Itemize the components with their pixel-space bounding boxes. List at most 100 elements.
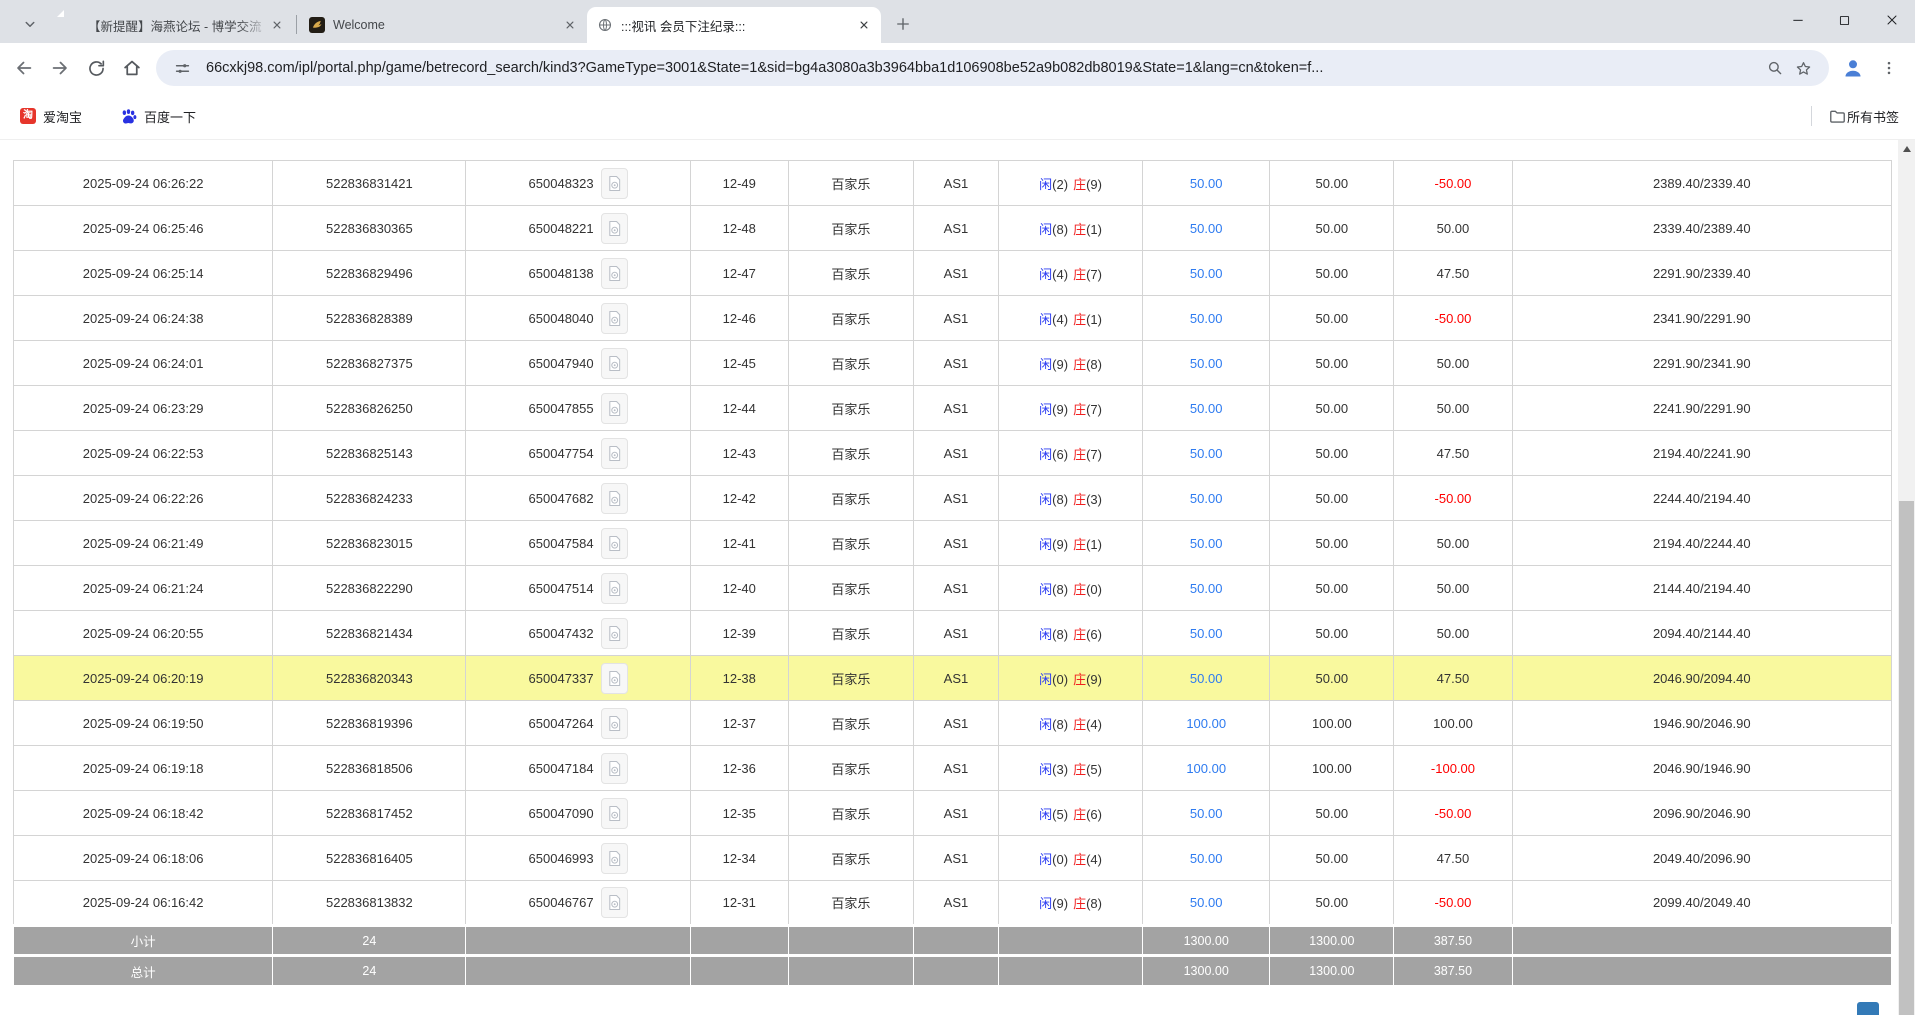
- minimize-button[interactable]: [1774, 0, 1821, 40]
- forward-button[interactable]: [42, 50, 78, 86]
- video-replay-button[interactable]: [601, 573, 628, 604]
- site-settings-icon[interactable]: [168, 54, 196, 82]
- close-icon[interactable]: [268, 16, 286, 34]
- menu-button[interactable]: [1871, 50, 1907, 86]
- bet-amount-link[interactable]: 50.00: [1190, 671, 1223, 686]
- video-replay-button[interactable]: [601, 528, 628, 559]
- bookmark-baidu[interactable]: 百度一下: [116, 101, 200, 131]
- bet-amount-link[interactable]: 50.00: [1190, 266, 1223, 281]
- video-replay-button[interactable]: [601, 258, 628, 289]
- page-scrollbar[interactable]: [1898, 140, 1915, 1015]
- close-window-button[interactable]: [1868, 0, 1915, 40]
- video-replay-button[interactable]: [601, 213, 628, 244]
- table-row[interactable]: 2025-09-24 06:16:42 522836813832 6500467…: [14, 881, 1892, 926]
- tab-bet-records[interactable]: :::视讯 会员下注纪录:::: [587, 7, 881, 43]
- video-replay-button[interactable]: [601, 393, 628, 424]
- bet-amount-link[interactable]: 50.00: [1190, 851, 1223, 866]
- video-replay-button[interactable]: [601, 753, 628, 784]
- table-row[interactable]: 2025-09-24 06:18:42 522836817452 6500470…: [14, 791, 1892, 836]
- tab-forum[interactable]: 【新提醒】海燕论坛 - 博学交流: [54, 7, 294, 43]
- table-row[interactable]: 2025-09-24 06:21:24 522836822290 6500475…: [14, 566, 1892, 611]
- video-replay-button[interactable]: [601, 708, 628, 739]
- round-number-text: 650047855: [529, 401, 594, 416]
- tab-welcome[interactable]: Welcome: [299, 7, 587, 43]
- bet-amount-link[interactable]: 50.00: [1190, 311, 1223, 326]
- cell-valid-amount: 50.00: [1270, 341, 1394, 386]
- bet-amount-link[interactable]: 50.00: [1190, 626, 1223, 641]
- bet-amount-link[interactable]: 50.00: [1190, 356, 1223, 371]
- bet-amount-link[interactable]: 50.00: [1190, 446, 1223, 461]
- reload-button[interactable]: [78, 50, 114, 86]
- close-icon[interactable]: [855, 16, 873, 34]
- cell-balance: 2194.40/2241.90: [1512, 431, 1891, 476]
- bet-amount-link[interactable]: 50.00: [1190, 536, 1223, 551]
- bet-amount-link[interactable]: 50.00: [1190, 581, 1223, 596]
- new-tab-button[interactable]: [889, 10, 917, 38]
- round-number-text: 650047682: [529, 491, 594, 506]
- cell-period: 12-31: [690, 881, 788, 926]
- video-icon: [607, 309, 622, 328]
- video-replay-button[interactable]: [601, 663, 628, 694]
- cell-table-name: AS1: [913, 251, 998, 296]
- back-to-top-button[interactable]: [1857, 1002, 1879, 1015]
- bet-amount-link[interactable]: 50.00: [1190, 221, 1223, 236]
- table-row[interactable]: 2025-09-24 06:24:01 522836827375 6500479…: [14, 341, 1892, 386]
- bet-amount-link[interactable]: 50.00: [1190, 895, 1223, 910]
- back-button[interactable]: [6, 50, 42, 86]
- profile-button[interactable]: [1835, 50, 1871, 86]
- cell-bet-number: 522836819396: [273, 701, 466, 746]
- cell-valid-amount: 50.00: [1270, 251, 1394, 296]
- video-replay-button[interactable]: [601, 843, 628, 874]
- cell-time: 2025-09-24 06:18:42: [14, 791, 273, 836]
- video-replay-button[interactable]: [601, 618, 628, 649]
- video-replay-button[interactable]: [601, 348, 628, 379]
- round-number-text: 650047754: [529, 446, 594, 461]
- round-number-text: 650047514: [529, 581, 594, 596]
- cell-period: 12-45: [690, 341, 788, 386]
- bet-amount-link[interactable]: 100.00: [1186, 761, 1226, 776]
- round-number-text: 650046767: [529, 895, 594, 910]
- tab-search-button[interactable]: [16, 10, 44, 38]
- round-number-text: 650047337: [529, 671, 594, 686]
- video-replay-button[interactable]: [601, 887, 628, 918]
- table-row[interactable]: 2025-09-24 06:21:49 522836823015 6500475…: [14, 521, 1892, 566]
- close-icon[interactable]: [561, 16, 579, 34]
- url-text[interactable]: 66cxkj98.com/ipl/portal.php/game/betreco…: [206, 60, 1761, 76]
- table-row[interactable]: 2025-09-24 06:19:18 522836818506 6500471…: [14, 746, 1892, 791]
- all-bookmarks[interactable]: 所有书签: [1811, 106, 1899, 126]
- address-bar[interactable]: 66cxkj98.com/ipl/portal.php/game/betreco…: [156, 50, 1829, 86]
- scrollbar-thumb[interactable]: [1899, 501, 1914, 1015]
- table-row[interactable]: 2025-09-24 06:25:46 522836830365 6500482…: [14, 206, 1892, 251]
- bookmark-taobao[interactable]: 淘 爱淘宝: [16, 101, 86, 131]
- zoom-icon[interactable]: [1761, 54, 1789, 82]
- table-row[interactable]: 2025-09-24 06:18:06 522836816405 6500469…: [14, 836, 1892, 881]
- video-replay-button[interactable]: [601, 168, 628, 199]
- table-row[interactable]: 2025-09-24 06:20:19 522836820343 6500473…: [14, 656, 1892, 701]
- bet-amount-link[interactable]: 50.00: [1190, 491, 1223, 506]
- table-row[interactable]: 2025-09-24 06:25:14 522836829496 6500481…: [14, 251, 1892, 296]
- table-row[interactable]: 2025-09-24 06:22:26 522836824233 6500476…: [14, 476, 1892, 521]
- home-button[interactable]: [114, 50, 150, 86]
- bookmark-star-icon[interactable]: [1789, 54, 1817, 82]
- cell-valid-amount: 50.00: [1270, 386, 1394, 431]
- maximize-button[interactable]: [1821, 0, 1868, 40]
- cell-table-name: AS1: [913, 206, 998, 251]
- table-row[interactable]: 2025-09-24 06:23:29 522836826250 6500478…: [14, 386, 1892, 431]
- scroll-up-button[interactable]: [1898, 140, 1915, 157]
- table-row[interactable]: 2025-09-24 06:26:22 522836831421 6500483…: [14, 161, 1892, 206]
- all-bookmarks-label: 所有书签: [1847, 107, 1899, 126]
- cell-win-loss: 50.00: [1394, 521, 1512, 566]
- bet-amount-link[interactable]: 50.00: [1190, 176, 1223, 191]
- bet-amount-link[interactable]: 50.00: [1190, 806, 1223, 821]
- cell-game-name: 百家乐: [788, 836, 913, 881]
- table-row[interactable]: 2025-09-24 06:24:38 522836828389 6500480…: [14, 296, 1892, 341]
- table-row[interactable]: 2025-09-24 06:22:53 522836825143 6500477…: [14, 431, 1892, 476]
- bet-amount-link[interactable]: 100.00: [1186, 716, 1226, 731]
- bet-amount-link[interactable]: 50.00: [1190, 401, 1223, 416]
- video-replay-button[interactable]: [601, 438, 628, 469]
- video-replay-button[interactable]: [601, 483, 628, 514]
- table-row[interactable]: 2025-09-24 06:19:50 522836819396 6500472…: [14, 701, 1892, 746]
- table-row[interactable]: 2025-09-24 06:20:55 522836821434 6500474…: [14, 611, 1892, 656]
- video-replay-button[interactable]: [601, 303, 628, 334]
- video-replay-button[interactable]: [601, 798, 628, 829]
